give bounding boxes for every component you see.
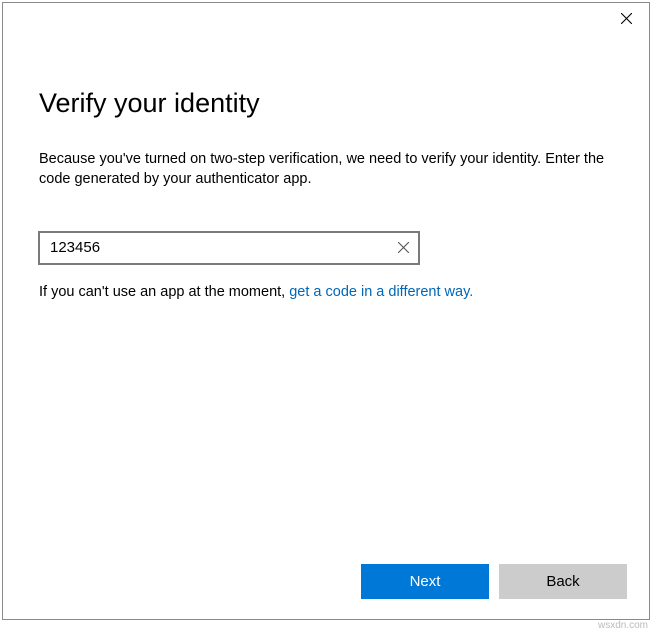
page-title: Verify your identity xyxy=(39,88,613,119)
description-text: Because you've turned on two-step verifi… xyxy=(39,149,613,190)
code-input-row xyxy=(39,232,419,264)
alt-prefix: If you can't use an app at the moment, xyxy=(39,284,289,300)
next-button[interactable]: Next xyxy=(361,564,489,599)
close-icon xyxy=(398,242,409,253)
back-button[interactable]: Back xyxy=(499,564,627,599)
verify-identity-dialog: Verify your identity Because you've turn… xyxy=(2,2,650,620)
alternative-text: If you can't use an app at the moment, g… xyxy=(39,284,613,300)
clear-input-button[interactable] xyxy=(387,232,419,264)
watermark-text: wsxdn.com xyxy=(598,620,648,631)
get-code-different-way-link[interactable]: get a code in a different way. xyxy=(289,284,473,300)
close-button[interactable] xyxy=(604,3,649,33)
dialog-content: Verify your identity Because you've turn… xyxy=(3,33,649,300)
button-row: Next Back xyxy=(361,564,627,599)
verification-code-input[interactable] xyxy=(39,232,419,264)
close-icon xyxy=(621,13,632,24)
titlebar xyxy=(3,3,649,33)
